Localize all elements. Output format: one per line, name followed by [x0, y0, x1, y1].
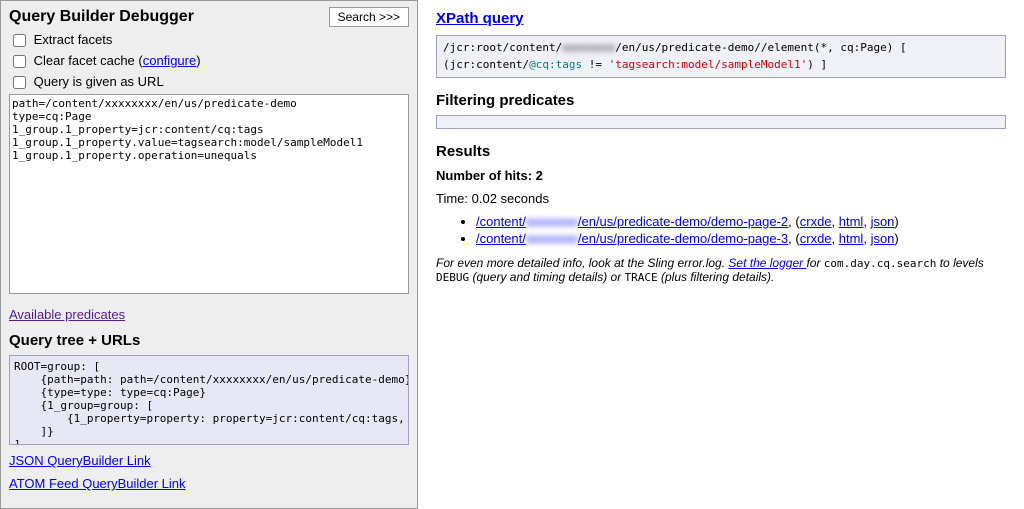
- result-item: /content/xxxxxxxx/en/us/predicate-demo/d…: [476, 231, 1006, 246]
- crxde-link[interactable]: crxde: [800, 214, 832, 229]
- results-heading: Results: [436, 143, 1006, 160]
- crxde-link[interactable]: crxde: [800, 231, 832, 246]
- json-link[interactable]: json: [871, 214, 895, 229]
- result-path-link[interactable]: /content/xxxxxxxx/en/us/predicate-demo/d…: [476, 214, 788, 229]
- atom-feed-link[interactable]: ATOM Feed QueryBuilder Link: [9, 476, 409, 491]
- left-panel: Query Builder Debugger Search >>> Extrac…: [0, 0, 418, 509]
- extract-facets-checkbox[interactable]: [13, 34, 26, 47]
- xpath-box: /jcr:root/content/xxxxxxxx/en/us/predica…: [436, 35, 1006, 78]
- hits-count: Number of hits: 2: [436, 168, 1006, 183]
- page-title: Query Builder Debugger: [9, 8, 194, 26]
- url-mode-checkbox[interactable]: [13, 76, 26, 89]
- extract-facets-label: Extract facets: [34, 32, 113, 47]
- time-label: Time: 0.02 seconds: [436, 191, 1006, 206]
- query-tree-box[interactable]: ROOT=group: [ {path=path: path=/content/…: [9, 355, 409, 445]
- available-predicates-link[interactable]: Available predicates: [9, 307, 409, 322]
- right-panel: XPath query /jcr:root/content/xxxxxxxx/e…: [418, 0, 1024, 509]
- clear-cache-checkbox[interactable]: [13, 55, 26, 68]
- result-item: /content/xxxxxxxx/en/us/predicate-demo/d…: [476, 214, 1006, 229]
- result-path-link[interactable]: /content/xxxxxxxx/en/us/predicate-demo/d…: [476, 231, 788, 246]
- footnote: For even more detailed info, look at the…: [436, 256, 1006, 284]
- html-link[interactable]: html: [839, 231, 864, 246]
- json-link[interactable]: json: [871, 231, 895, 246]
- filtering-heading: Filtering predicates: [436, 92, 1006, 109]
- results-list: /content/xxxxxxxx/en/us/predicate-demo/d…: [436, 214, 1006, 246]
- filtering-box: [436, 115, 1006, 129]
- url-mode-label: Query is given as URL: [34, 74, 164, 89]
- clear-cache-label: Clear facet cache (: [34, 53, 143, 68]
- json-querybuilder-link[interactable]: JSON QueryBuilder Link: [9, 453, 409, 468]
- html-link[interactable]: html: [839, 214, 864, 229]
- search-button[interactable]: Search >>>: [329, 7, 409, 27]
- set-logger-link[interactable]: Set the logger: [728, 256, 806, 270]
- query-tree-heading: Query tree + URLs: [9, 332, 409, 349]
- query-input[interactable]: [9, 94, 409, 294]
- xpath-query-link[interactable]: XPath query: [436, 10, 524, 27]
- configure-link[interactable]: configure: [143, 53, 196, 68]
